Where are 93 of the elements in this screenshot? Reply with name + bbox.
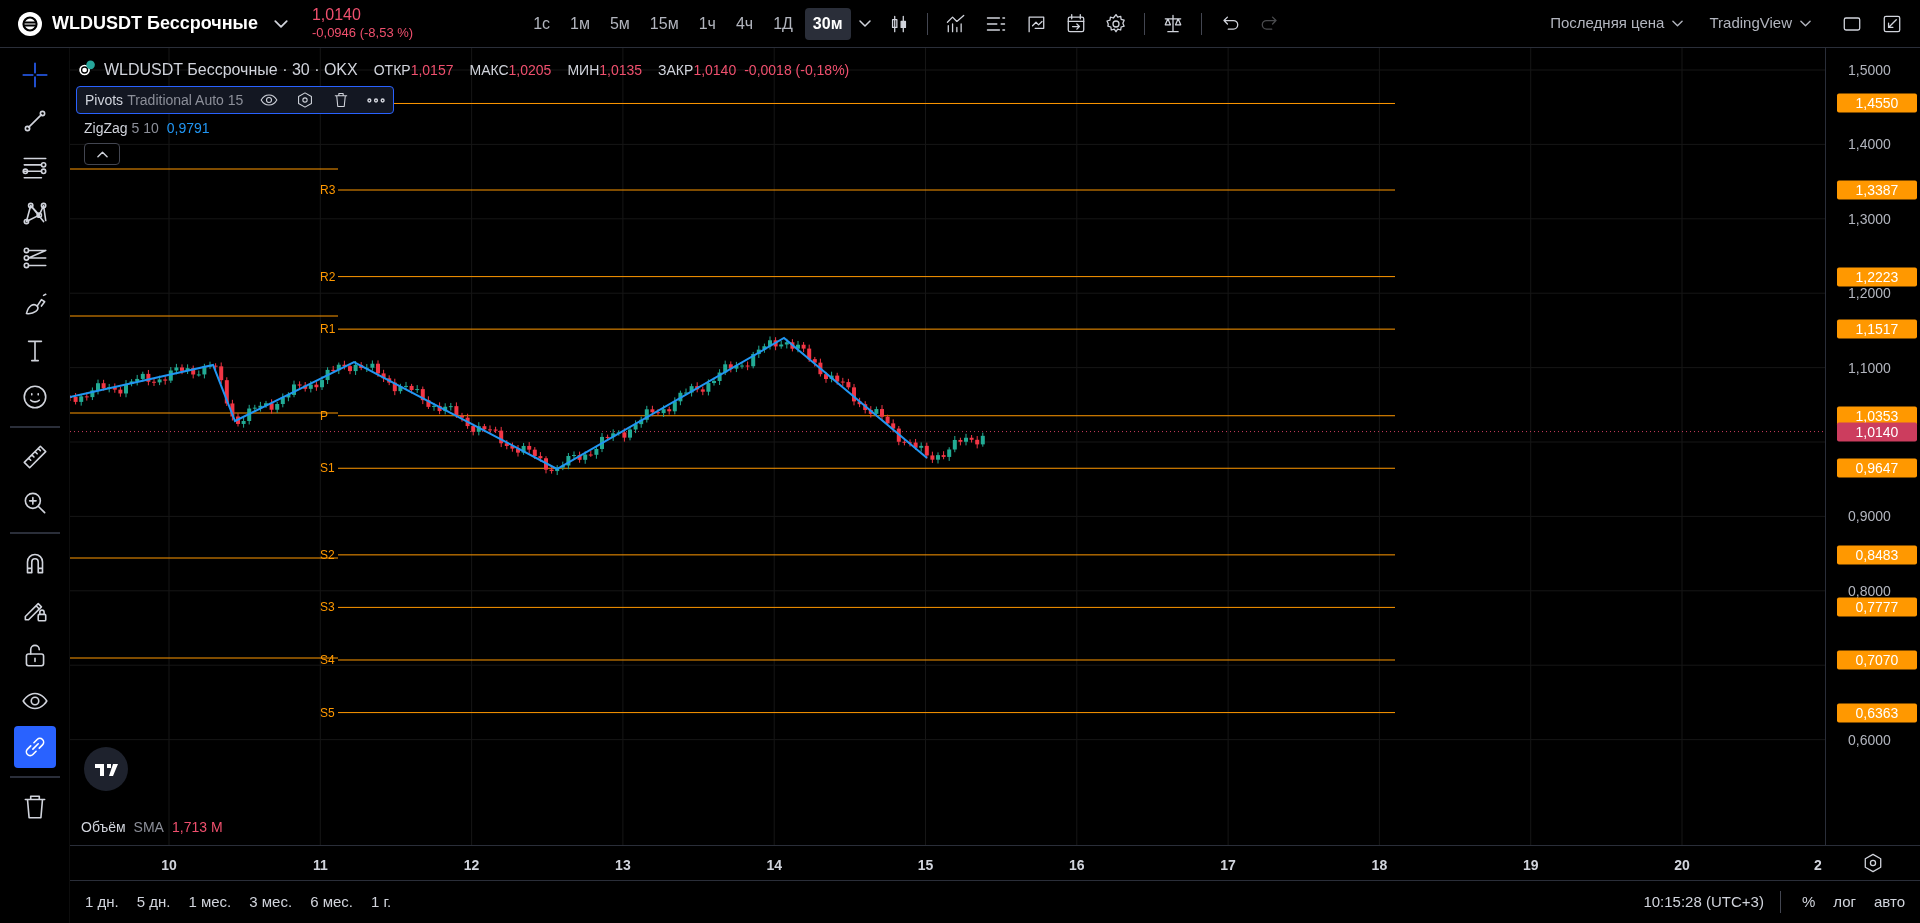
interval-button[interactable]: 1Д: [765, 7, 801, 40]
pivot-label: S1: [320, 460, 335, 478]
price-tick: 1,1000: [1848, 360, 1891, 375]
scale-toggle-button[interactable]: %: [1796, 888, 1821, 916]
symbol-name[interactable]: WLDUSDT Бессрочные: [52, 10, 258, 37]
collapse-button[interactable]: [84, 143, 120, 165]
chart-title: WLDUSDT Бессрочные · 30 · OKX: [104, 60, 358, 80]
time-tick: 13: [615, 856, 631, 875]
pivot-label: S2: [320, 546, 335, 564]
indicator-params: 5 10: [131, 119, 159, 138]
last-price: 1,0140: [311, 5, 362, 26]
more-button[interactable]: [367, 97, 386, 103]
time-tick: 20: [1674, 856, 1690, 875]
interval-button[interactable]: 30м: [804, 7, 851, 40]
price-tick: 0,9000: [1848, 509, 1891, 524]
pivot-label: R1: [320, 321, 336, 339]
price-label: 1,2223: [1837, 267, 1917, 287]
time-tick: 17: [1220, 856, 1236, 875]
price-label: 0,7777: [1837, 597, 1917, 617]
indicator-value: 0,9791: [166, 119, 210, 138]
time-tick: 10: [161, 856, 177, 875]
price-label: 1,1517: [1837, 319, 1917, 339]
more-icon: [367, 97, 386, 103]
volume-label: Объём: [81, 818, 126, 837]
caret-icon: [858, 20, 871, 27]
price-label: 1,4550: [1837, 93, 1917, 113]
indicator-name: ZigZag: [84, 119, 128, 138]
price-label: 0,7070: [1837, 650, 1917, 670]
link-button[interactable]: [13, 726, 56, 768]
interval-dropdown-button[interactable]: [858, 20, 871, 27]
scale-toggle-button[interactable]: лог: [1828, 888, 1861, 916]
time-tick: 2: [1814, 856, 1822, 875]
price-label: 0,9647: [1837, 458, 1917, 478]
range-button[interactable]: 6 мес.: [305, 888, 358, 916]
time-tick: 18: [1371, 856, 1388, 875]
pivot-label: P: [320, 407, 328, 425]
chart-source-dropdown[interactable]: TradingView: [1704, 10, 1816, 37]
price-tick: 1,4000: [1848, 137, 1891, 152]
ohlc-label: ОТКР: [373, 60, 411, 80]
ohlc-value: 1,0135: [599, 60, 643, 80]
price-tick: 0,8000: [1848, 583, 1891, 598]
chevron-up-icon: [96, 150, 108, 158]
pivot-label: S4: [320, 652, 335, 669]
volume-ma-label: SMA: [133, 818, 164, 837]
ohlc-value: 1,0140: [693, 60, 737, 80]
time-tick: 14: [766, 856, 782, 875]
range-button[interactable]: 5 дн.: [131, 888, 176, 916]
range-button[interactable]: 1 г.: [365, 888, 397, 916]
price-tick: 1,2000: [1848, 286, 1891, 301]
interval-button[interactable]: 4ч: [727, 7, 762, 40]
interval-button[interactable]: 15м: [641, 7, 687, 40]
range-button[interactable]: 1 мес.: [183, 888, 237, 916]
price-label: 1,3387: [1837, 180, 1917, 200]
current-price-label: 1,0140: [1837, 422, 1917, 442]
time-tick: 12: [463, 856, 480, 875]
price-label: 0,8483: [1837, 545, 1917, 565]
time-tick: 19: [1522, 856, 1539, 875]
price-label: 0,6363: [1837, 703, 1917, 723]
symbol-dropdown-button[interactable]: [273, 19, 288, 28]
clock: 10:15:28 (UTC+3): [1643, 891, 1764, 912]
ohlc-value: 1,0205: [508, 60, 552, 80]
caret-icon: [273, 19, 288, 28]
pivot-label: S5: [320, 704, 335, 722]
interval-button[interactable]: 5м: [601, 7, 638, 40]
ohlc-label: ЗАКР: [658, 60, 694, 80]
scale-toggle-button[interactable]: авто: [1868, 888, 1910, 916]
time-tick: 15: [917, 856, 934, 875]
pivot-label: S3: [320, 599, 335, 617]
price-tick: 1,3000: [1848, 211, 1891, 226]
range-button[interactable]: 1 дн.: [80, 888, 124, 916]
price-source-dropdown[interactable]: Последняя цена: [1545, 10, 1689, 37]
indicator-params: Traditional Auto 15: [127, 90, 244, 110]
caret-icon: [1800, 20, 1811, 27]
indicator-name: Pivots: [85, 90, 124, 110]
chart-logo-icon: [84, 747, 128, 791]
ohlc-label: МАКС: [469, 60, 509, 80]
time-tick: 16: [1069, 856, 1085, 875]
caret-icon: [1672, 20, 1684, 27]
interval-button[interactable]: 1м: [562, 7, 598, 40]
interval-button[interactable]: 1ч: [690, 7, 724, 40]
ohlc-value: 1,0157: [410, 60, 454, 80]
price-change: -0,0018 (-0,18%): [744, 60, 850, 80]
volume-value: 1,713 M: [171, 818, 223, 837]
pivot-label: R3: [320, 182, 336, 199]
ohlc-label: МИН: [567, 60, 600, 80]
price-change: -0,0946 (-8,53 %): [311, 25, 414, 42]
range-button[interactable]: 3 мес.: [244, 888, 298, 916]
time-tick: 11: [312, 856, 328, 875]
interval-button[interactable]: 1с: [525, 7, 559, 40]
price-tick: 0,6000: [1848, 732, 1891, 747]
pivot-label: R2: [320, 268, 336, 286]
logo-icon: [16, 9, 44, 38]
price-tick: 1,5000: [1848, 63, 1891, 77]
